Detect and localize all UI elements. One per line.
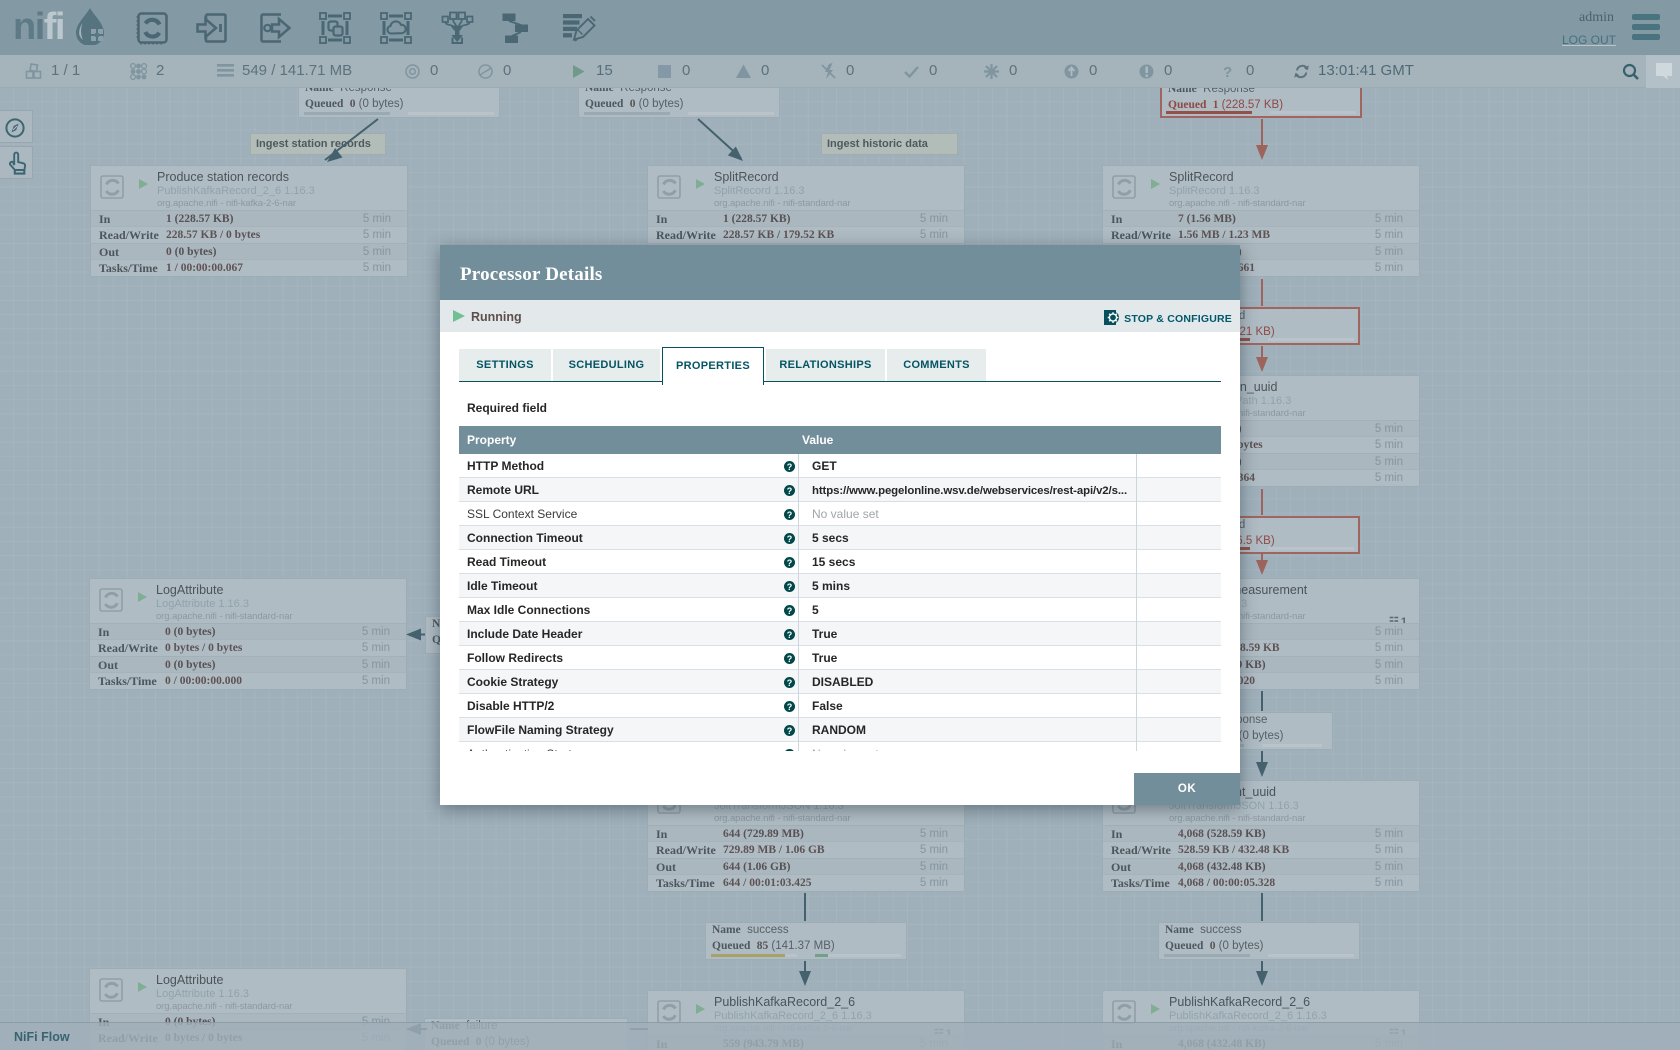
svg-text:?: ? <box>1223 64 1232 80</box>
